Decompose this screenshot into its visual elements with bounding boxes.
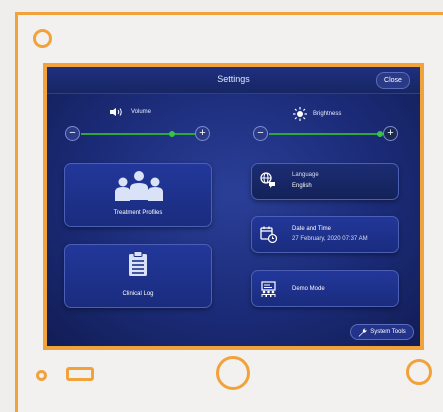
hardware-knob-right [406,359,432,385]
hardware-ring-top-left [33,29,52,48]
volume-slider-track[interactable] [81,133,195,135]
language-label: Language [292,172,319,178]
title-bar: Settings Close [47,67,420,94]
page-title: Settings [217,74,250,84]
sun-icon [293,107,307,121]
system-tools-button[interactable]: System Tools [350,324,414,340]
screen: Settings Close Volume − + Brightness − + [43,63,424,350]
demo-mode-label: Demo Mode [292,286,325,292]
volume-increase-button[interactable]: + [195,126,210,141]
volume-slider-thumb[interactable] [169,131,176,137]
presentation-icon [261,281,276,297]
volume-label: Volume [131,109,152,115]
speaker-icon [110,108,122,116]
people-icon [115,171,163,201]
treatment-profiles-label: Treatment Profiles [113,210,163,216]
treatment-profiles-button[interactable]: Treatment Profiles [64,163,212,227]
system-tools-label: System Tools [370,329,406,335]
date-time-button[interactable]: Date and Time 27 February, 2020 07:37 AM [251,216,399,253]
calendar-clock-icon [260,226,277,243]
brightness-label: Brightness [313,111,342,117]
hardware-knob-center [216,356,250,390]
brightness-increase-button[interactable]: + [383,126,398,141]
hardware-dot [36,370,47,381]
language-value: English [292,183,312,189]
brightness-decrease-button[interactable]: − [253,126,268,141]
volume-label-group: Volume [109,107,151,117]
clipboard-icon [129,251,147,276]
wrench-icon [358,327,367,337]
date-time-value: 27 February, 2020 07:37 AM [292,236,368,242]
language-button[interactable]: Language English [251,163,399,200]
clinical-log-label: Clinical Log [122,291,154,297]
close-button[interactable]: Close [376,72,410,89]
hardware-port [66,367,94,381]
demo-mode-button[interactable]: Demo Mode [251,270,399,307]
brightness-slider-thumb[interactable] [376,131,383,137]
date-time-label: Date and Time [292,226,332,232]
brightness-slider-track[interactable] [269,133,383,135]
volume-decrease-button[interactable]: − [65,126,80,141]
brightness-label-group: Brightness [293,107,341,121]
clinical-log-button[interactable]: Clinical Log [64,244,212,308]
globe-chat-icon [260,172,275,188]
